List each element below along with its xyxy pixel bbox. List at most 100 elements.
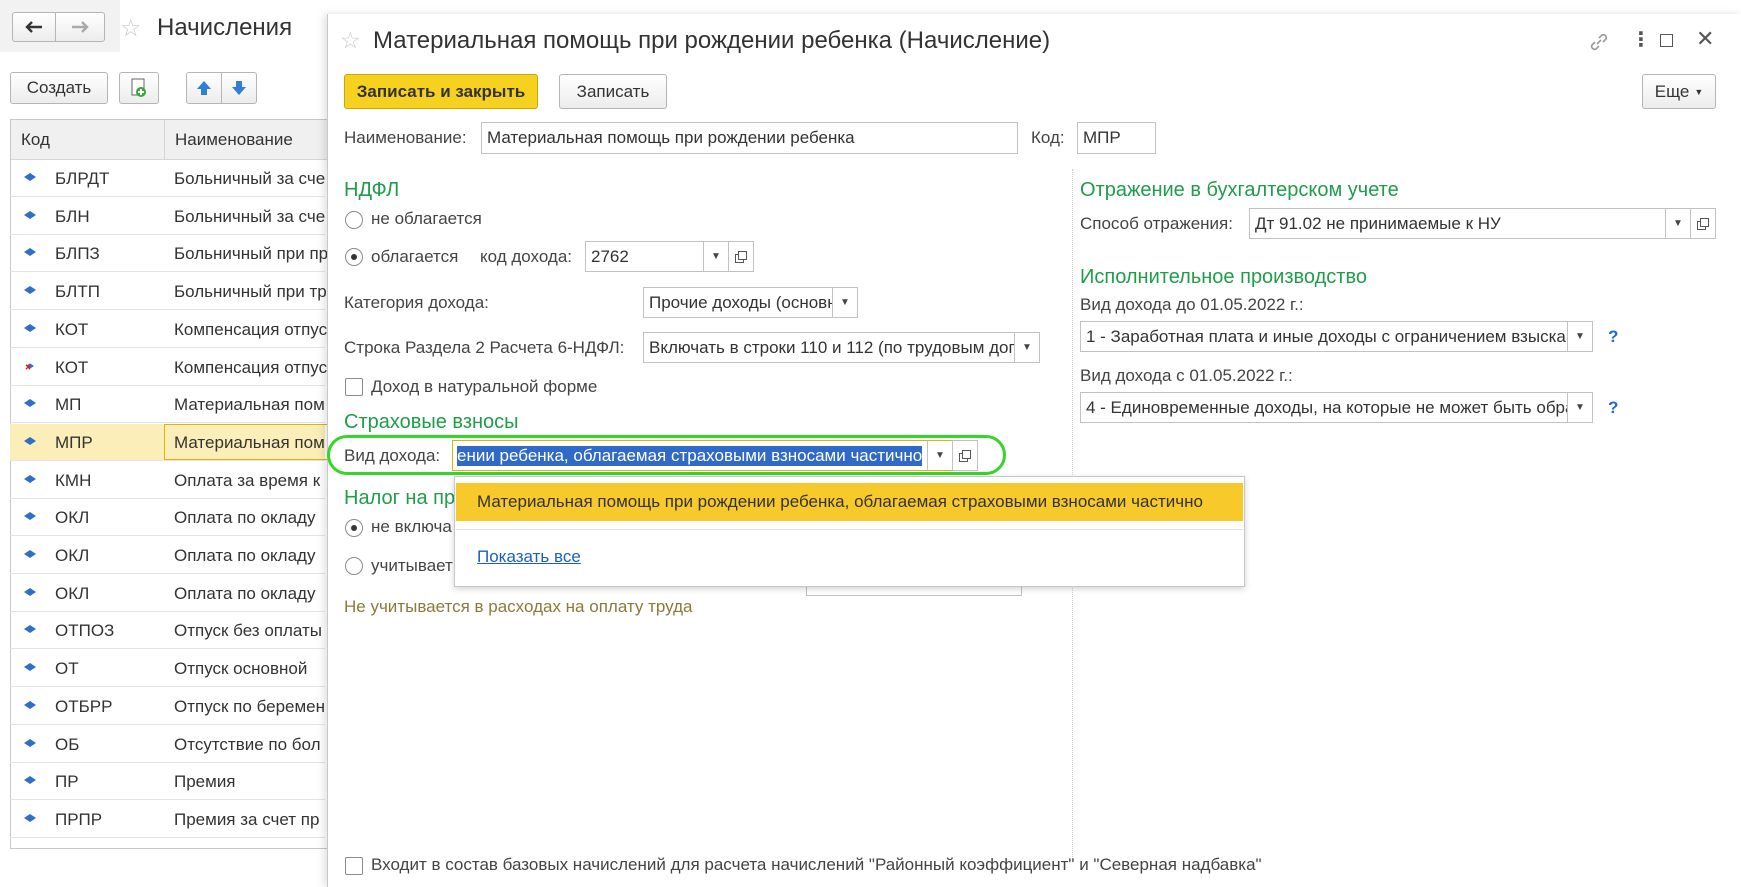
- row-code: КОТ: [55, 357, 89, 377]
- row-code: КМН: [55, 470, 92, 490]
- row-code: ПРПР: [55, 809, 103, 829]
- taxed-label[interactable]: облагается: [371, 247, 458, 267]
- forward-button[interactable]: [55, 12, 105, 42]
- list-item[interactable]: КОТ Компенсация отпус: [10, 349, 327, 386]
- before-value: 1 - Заработная плата и иные доходы с огр…: [1086, 326, 1576, 346]
- after-help-icon[interactable]: ?: [1608, 398, 1618, 418]
- row-name: Отпуск основной: [174, 659, 308, 679]
- row-code: ОТБРР: [55, 696, 113, 716]
- not-included-label[interactable]: не включа: [371, 517, 452, 537]
- item-marker-icon: [24, 323, 36, 332]
- list-item[interactable]: ОКЛ Оплата по окладу: [10, 537, 325, 574]
- counted-label[interactable]: учитывает: [371, 556, 453, 576]
- row-name: Отсутствие по бол: [174, 734, 321, 754]
- category-select[interactable]: Прочие доходы (основна ▼: [643, 287, 858, 318]
- copy-button[interactable]: [119, 72, 159, 104]
- row-name: Материальная пом: [174, 395, 325, 415]
- after-select[interactable]: 4 - Единовременные доходы, на которые не…: [1080, 392, 1593, 423]
- list-item[interactable]: БЛН Больничный за сче: [10, 198, 325, 235]
- save-button[interactable]: Записать: [559, 74, 667, 109]
- list-item[interactable]: ОБ Отсутствие по бол: [10, 726, 325, 763]
- list-item[interactable]: БЛПЗ Больничный при пр: [10, 235, 328, 273]
- close-icon[interactable]: ✕: [1696, 26, 1714, 52]
- list-item[interactable]: БЛРДТ Больничный за сче: [10, 160, 325, 197]
- after-value: 4 - Единовременные доходы, на которые не…: [1086, 397, 1575, 417]
- radio-not-included[interactable]: [345, 519, 363, 537]
- accounting-heading: Отражение в бухгалтерском учете: [1080, 179, 1399, 201]
- list-item[interactable]: ОТБРР Отпуск по беремен: [10, 688, 325, 725]
- dropdown-option[interactable]: Материальная помощь при рождении ребенка…: [456, 483, 1243, 521]
- category-label: Категория дохода:: [344, 293, 489, 312]
- favorite-star-icon[interactable]: ☆: [120, 14, 142, 43]
- chevron-down-icon[interactable]: ▼: [703, 242, 728, 271]
- maximize-icon[interactable]: [1660, 34, 1673, 47]
- row-name: Премия: [174, 772, 236, 792]
- method-value: Дт 91.02 не принимаемые к НУ: [1255, 213, 1501, 233]
- create-button[interactable]: Создать: [10, 72, 108, 104]
- row-name: Компенсация отпус: [174, 319, 328, 339]
- item-marker-icon: [24, 210, 36, 219]
- item-marker-icon: [24, 663, 36, 672]
- list-item[interactable]: ОКЛ Оплата по окладу: [10, 499, 325, 537]
- list-item[interactable]: КОТ Компенсация отпус: [10, 311, 328, 348]
- before-help-icon[interactable]: ?: [1608, 327, 1618, 347]
- code-label: Код:: [1031, 128, 1065, 147]
- more-actions-icon[interactable]: ⋮: [1631, 27, 1651, 52]
- income-type-select[interactable]: ении ребенка, облагаемая страховыми взно…: [452, 440, 953, 471]
- code-input[interactable]: МПР: [1077, 122, 1156, 154]
- base-accrual-checkbox[interactable]: [345, 857, 363, 875]
- item-marker-icon: [24, 248, 36, 257]
- chevron-down-icon[interactable]: ▼: [1567, 322, 1592, 351]
- arrow-left-icon: [25, 21, 42, 33]
- chevron-down-icon[interactable]: ▼: [1567, 393, 1592, 422]
- method-select[interactable]: Дт 91.02 не принимаемые к НУ ▼: [1249, 208, 1691, 239]
- radio-not-taxed[interactable]: [345, 211, 363, 229]
- income-code-select[interactable]: 2762 ▼: [585, 241, 729, 272]
- list-item[interactable]: ОКЛ Оплата по окладу: [10, 575, 325, 612]
- move-down-button[interactable]: [221, 72, 257, 104]
- row-name: Больничный при тр: [174, 282, 327, 302]
- list-item[interactable]: ПР Премия: [10, 763, 325, 801]
- form-window: ☆ Материальная помощь при рождении ребен…: [327, 14, 1741, 887]
- row-code: ОТПОЗ: [55, 621, 115, 641]
- list-item[interactable]: ОТПОЗ Отпуск без оплаты: [10, 612, 325, 650]
- move-up-button[interactable]: [186, 72, 222, 104]
- chevron-down-icon[interactable]: ▼: [832, 288, 857, 317]
- form-title: Материальная помощь при рождении ребенка…: [373, 27, 1051, 54]
- income-code-open-button[interactable]: [728, 241, 754, 272]
- list-item[interactable]: БЛТП Больничный при тр: [10, 273, 327, 311]
- form-star-icon[interactable]: ☆: [340, 27, 361, 54]
- method-open-button[interactable]: [1690, 208, 1716, 239]
- income-type-open-button[interactable]: [952, 440, 978, 471]
- row6-select[interactable]: Включать в строки 110 и 112 (по трудовым…: [643, 332, 1040, 363]
- base-accrual-label[interactable]: Входит в состав базовых начислений для р…: [371, 855, 1262, 875]
- in-kind-checkbox[interactable]: [345, 378, 363, 396]
- more-button[interactable]: Еще ▼: [1642, 74, 1716, 109]
- list-item[interactable]: МП Материальная пом: [10, 386, 325, 424]
- chevron-down-icon[interactable]: ▼: [1014, 333, 1039, 362]
- name-input[interactable]: Материальная помощь при рождении ребенка: [481, 122, 1018, 154]
- list-item[interactable]: МПР Материальная пом: [10, 423, 334, 461]
- row-code: БЛТП: [55, 282, 100, 302]
- row-code: ОКЛ: [55, 583, 90, 603]
- chevron-down-icon[interactable]: ▼: [1665, 209, 1690, 238]
- chevron-down-icon[interactable]: ▼: [927, 441, 952, 470]
- radio-taxed[interactable]: [345, 248, 363, 266]
- column-name[interactable]: Наименование: [175, 130, 293, 150]
- save-close-button[interactable]: Записать и закрыть: [344, 74, 538, 109]
- column-code[interactable]: Код: [21, 130, 50, 150]
- list-item[interactable]: ОТ Отпуск основной: [10, 650, 325, 688]
- before-select[interactable]: 1 - Заработная плата и иные доходы с огр…: [1080, 321, 1593, 352]
- in-kind-label[interactable]: Доход в натуральной форме: [371, 377, 597, 397]
- insurance-heading: Страховые взносы: [344, 411, 519, 433]
- back-button[interactable]: [12, 12, 56, 42]
- not-taxed-label[interactable]: не облагается: [371, 209, 482, 229]
- row-code: ОТ: [55, 659, 79, 679]
- list-item[interactable]: ПРПР Премия за счет пр: [10, 801, 325, 838]
- row6-value: Включать в строки 110 и 112 (по трудовым…: [649, 337, 1015, 357]
- row-code: ОКЛ: [55, 508, 90, 528]
- show-all-link[interactable]: Показать все: [477, 547, 581, 567]
- list-item[interactable]: КМН Оплата за время к: [10, 462, 325, 499]
- radio-counted[interactable]: [345, 557, 363, 575]
- link-icon[interactable]: [1588, 31, 1610, 53]
